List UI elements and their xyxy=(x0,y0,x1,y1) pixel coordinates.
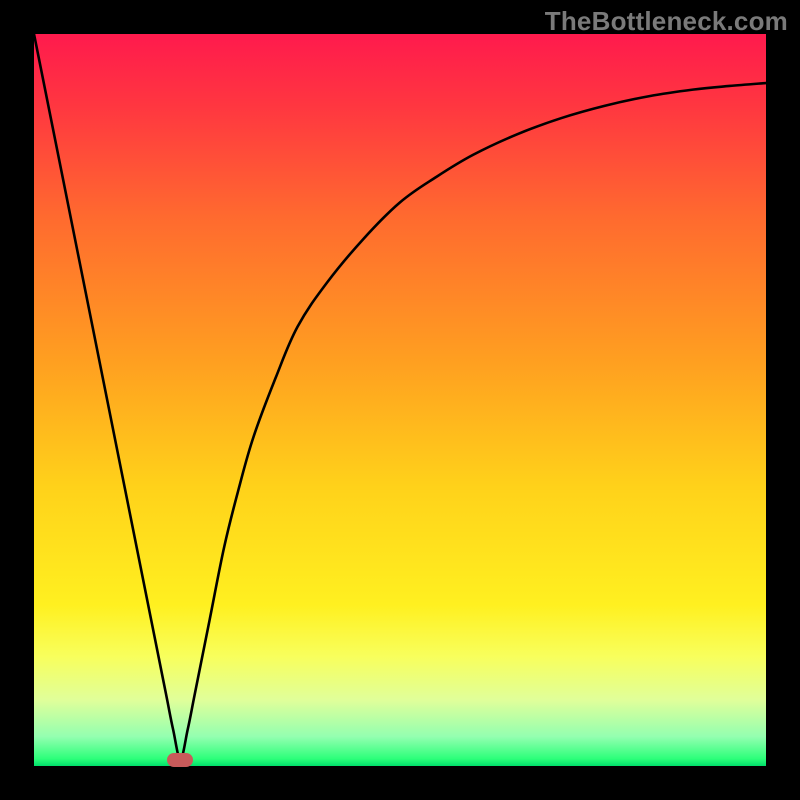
watermark-text: TheBottleneck.com xyxy=(545,6,788,37)
bottleneck-curve xyxy=(34,34,766,766)
optimal-marker xyxy=(167,753,193,767)
plot-area xyxy=(34,34,766,766)
chart-frame: TheBottleneck.com xyxy=(0,0,800,800)
